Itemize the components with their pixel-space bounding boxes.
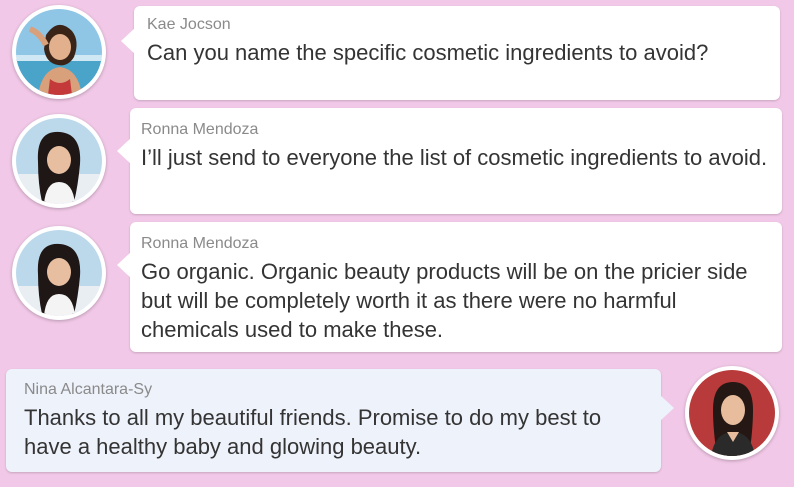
- sender-name: Nina Alcantara-Sy: [24, 381, 153, 398]
- message-text: Can you name the specific cosmetic ingre…: [147, 40, 709, 65]
- message-bubble: Kae Jocson Can you name the specific cos…: [121, 6, 780, 100]
- avatar-photo: [16, 118, 102, 204]
- message-text: Thanks to all my beautiful friends. Prom…: [24, 405, 602, 459]
- avatar-ronna-mendoza[interactable]: [12, 114, 106, 208]
- sender-name: Ronna Mendoza: [141, 235, 259, 252]
- avatar-photo: [16, 230, 102, 316]
- bubble-tail: [121, 28, 135, 54]
- avatar-ronna-mendoza[interactable]: [12, 226, 106, 320]
- avatar-photo: [689, 370, 775, 456]
- message-bubble: Ronna Mendoza Go organic. Organic beauty…: [117, 222, 782, 352]
- message-text: Go organic. Organic beauty products will…: [141, 259, 748, 342]
- bubble-tail: [660, 395, 674, 421]
- chat-thread: Kae Jocson Can you name the specific cos…: [0, 0, 794, 487]
- avatar-kae-jocson[interactable]: [12, 5, 106, 99]
- bubble-tail: [117, 252, 131, 278]
- message-text: I’ll just send to everyone the list of c…: [141, 145, 768, 170]
- sender-name: Kae Jocson: [147, 16, 231, 33]
- sender-name: Ronna Mendoza: [141, 121, 259, 138]
- avatar-nina-alcantara-sy[interactable]: [685, 366, 779, 460]
- avatar-photo: [16, 9, 102, 95]
- bubble-tail: [117, 138, 131, 164]
- message-bubble: Nina Alcantara-Sy Thanks to all my beaut…: [6, 369, 674, 472]
- message-bubble: Ronna Mendoza I’ll just send to everyone…: [117, 108, 782, 214]
